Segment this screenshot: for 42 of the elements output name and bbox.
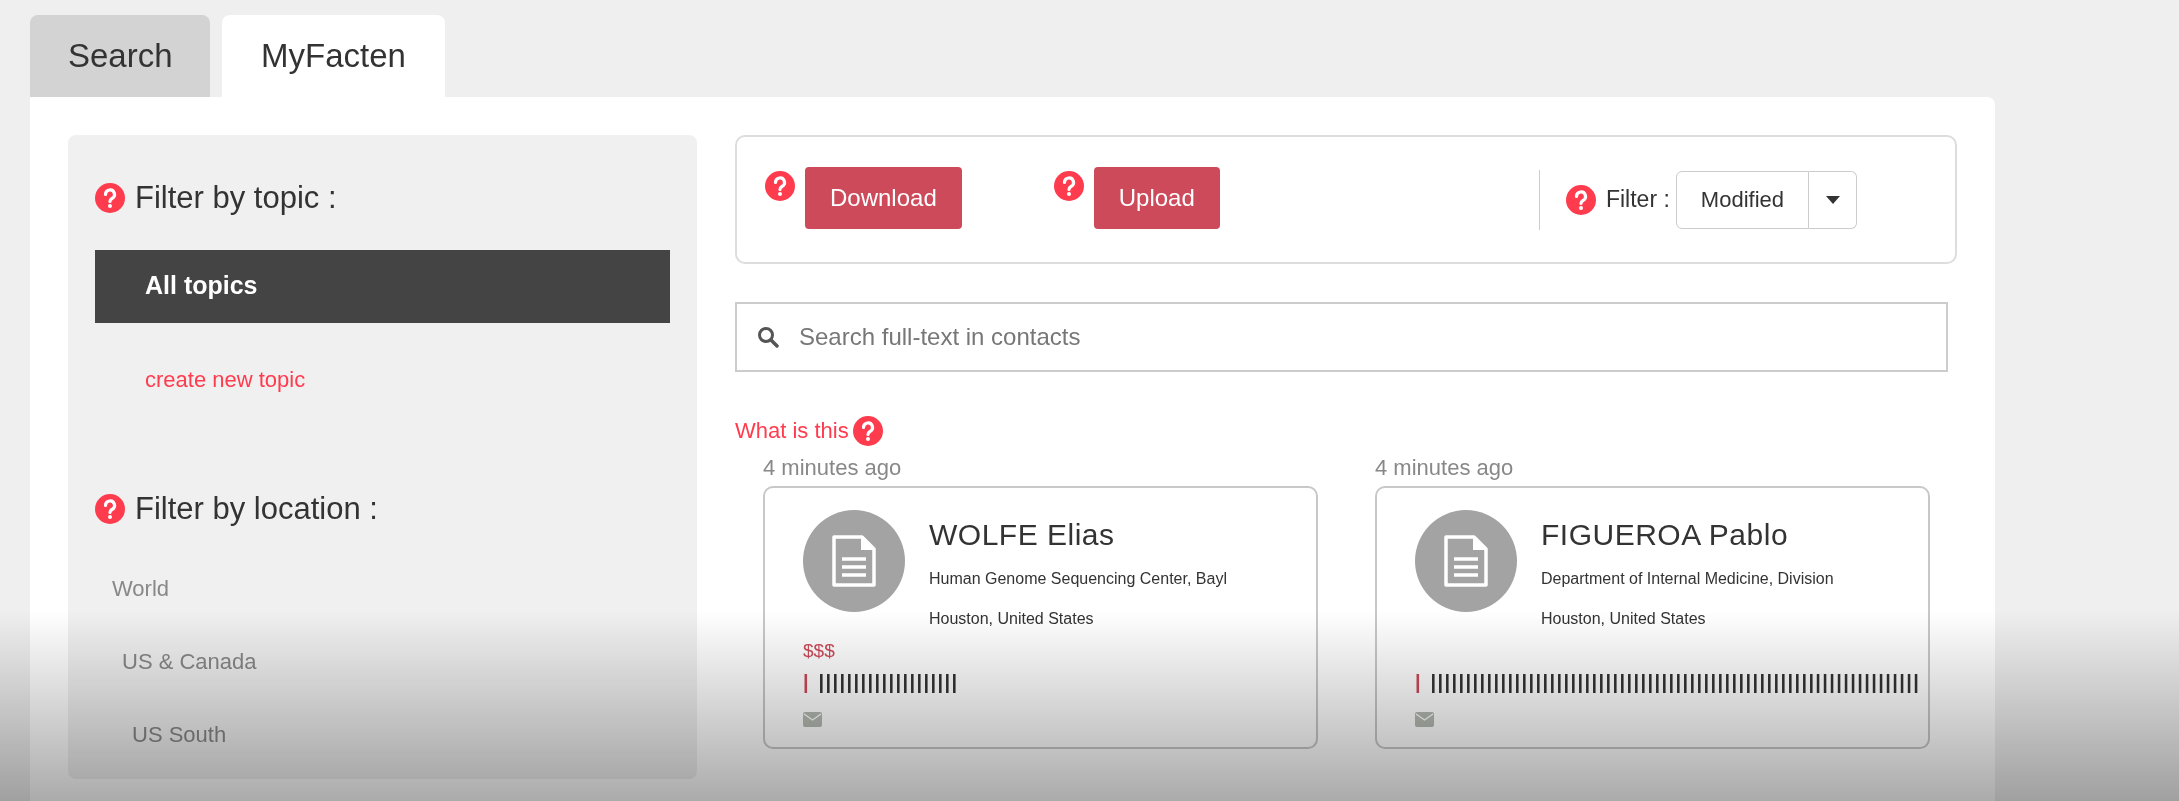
search-input[interactable]: Search full-text in contacts: [797, 318, 1946, 356]
location-item[interactable]: US South: [132, 718, 227, 751]
location-text: Houston, United States: [929, 609, 1095, 629]
tab[interactable]: Search: [30, 15, 210, 97]
filter-label: Filter :: [1605, 185, 1670, 215]
help-icon[interactable]: [852, 415, 883, 446]
search-icon: [757, 326, 779, 348]
tick-row: ||||||||||||||||||||||||||||||||||||||||||||||||||||||||||||||||||||||: [1430, 672, 1921, 692]
section-heading: Filter by topic :: [135, 179, 337, 217]
location-item[interactable]: US & Canada: [122, 645, 257, 678]
help-icon[interactable]: [1565, 184, 1596, 215]
price-level: $$$: [803, 640, 835, 661]
action-button[interactable]: Download: [805, 166, 962, 229]
timestamp: 4 minutes ago: [763, 454, 903, 482]
contact-card[interactable]: WOLFE Elias Human Genome Sequencing Center, Bayl Houston, United States $$$ | ||||||||||||||||||||: [763, 486, 1318, 749]
section-heading: Filter by location :: [135, 489, 378, 528]
dropdown-toggle[interactable]: [1809, 170, 1857, 229]
help-icon[interactable]: [1053, 170, 1084, 201]
contact-card[interactable]: FIGUEROA Pablo Department of Internal Medicine, Division Houston, United States | ||||||||||||||||||||||||||||||||||||||||||||||||||||||||||||||||||||||: [1375, 486, 1930, 749]
tab[interactable]: MyFacten: [222, 15, 445, 97]
help-icon[interactable]: [95, 493, 125, 524]
timestamp: 4 minutes ago: [1375, 454, 1515, 482]
help-icon[interactable]: [95, 183, 125, 214]
location-item[interactable]: World: [112, 572, 170, 605]
topic-item[interactable]: All topics: [95, 249, 670, 323]
affiliation: Department of Internal Medicine, Division: [1541, 569, 1835, 589]
affiliation: Human Genome Sequencing Center, Bayl: [929, 569, 1228, 589]
tick-row: ||||||||||||||||||||: [818, 672, 959, 692]
mail-icon[interactable]: [1415, 712, 1434, 728]
search-box[interactable]: Search full-text in contacts: [735, 302, 1948, 372]
contact-name: FIGUEROA Pablo: [1541, 517, 1790, 553]
action-button[interactable]: Upload: [1093, 166, 1220, 229]
filter-select[interactable]: Modified: [1675, 170, 1809, 229]
help-link[interactable]: What is this: [735, 414, 849, 447]
mail-icon[interactable]: [803, 712, 822, 728]
help-icon[interactable]: [765, 170, 795, 201]
contact-name: WOLFE Elias: [929, 517, 1116, 553]
location-text: Houston, United States: [1541, 609, 1707, 629]
marker-tick: |: [803, 672, 809, 692]
create-topic-link[interactable]: create new topic: [145, 362, 306, 396]
caret-icon: [1825, 195, 1840, 204]
marker-tick: |: [1415, 672, 1421, 692]
